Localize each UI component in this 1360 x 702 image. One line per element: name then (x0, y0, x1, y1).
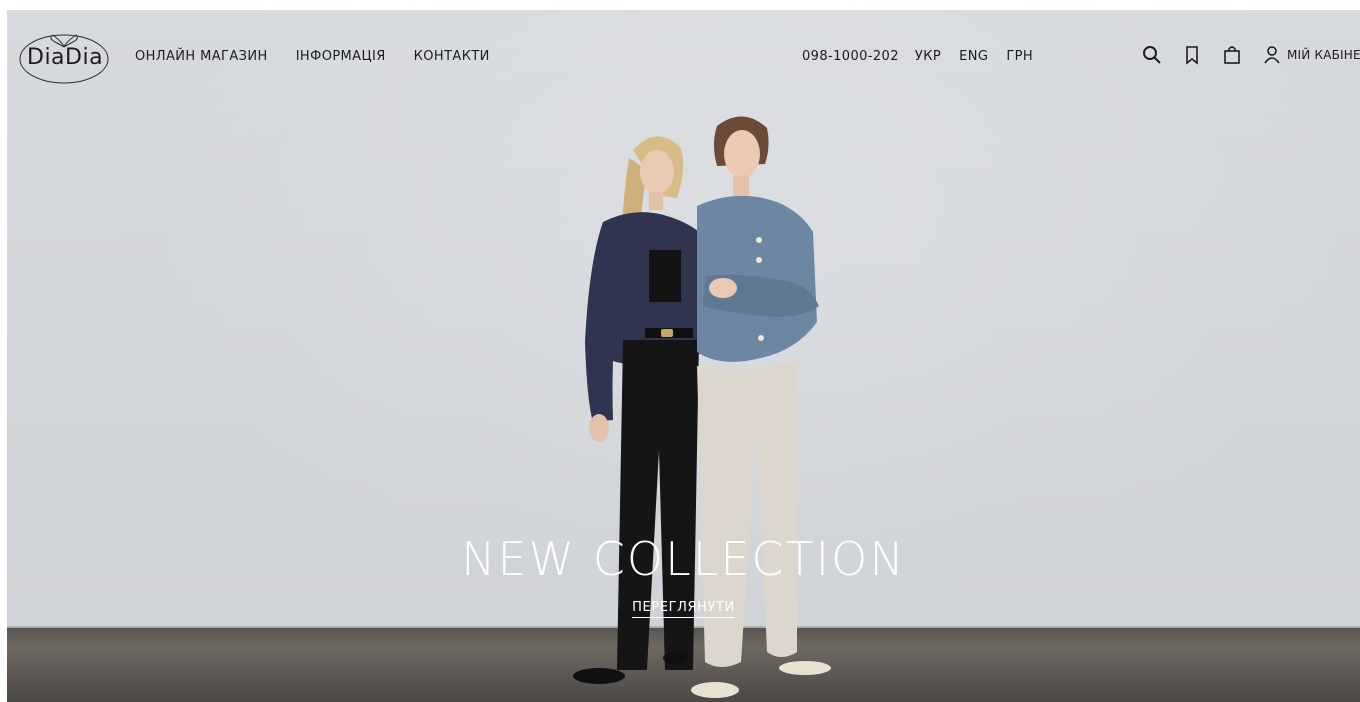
language-ukr[interactable]: УКР (915, 49, 941, 64)
view-collection-link[interactable]: ПЕРЕГЛЯНУТИ (632, 600, 735, 618)
nav-contacts[interactable]: КОНТАКТИ (414, 49, 490, 64)
utility-bar: 098-1000-202 УКР ENG ГРН (802, 49, 1033, 64)
phone-number[interactable]: 098-1000-202 (802, 49, 899, 64)
hero-banner: DiaDia ОНЛАЙН МАГАЗИН ІНФОРМАЦІЯ КОНТАКТ… (7, 10, 1360, 702)
search-icon[interactable] (1141, 44, 1163, 66)
nav-information[interactable]: ІНФОРМАЦІЯ (296, 49, 386, 64)
site-header: DiaDia ОНЛАЙН МАГАЗИН ІНФОРМАЦІЯ КОНТАКТ… (7, 10, 1360, 100)
hero-title: NEW COLLECTION (461, 532, 906, 586)
my-account-label: МІЙ КАБІНЕТ (1287, 48, 1360, 62)
currency-selector[interactable]: ГРН (1006, 49, 1033, 64)
bookmark-icon[interactable] (1181, 44, 1203, 66)
language-eng[interactable]: ENG (959, 49, 988, 64)
user-icon (1261, 44, 1283, 66)
hero-cta-wrap: ПЕРЕГЛЯНУТИ (7, 598, 1360, 618)
my-account-link[interactable]: МІЙ КАБІНЕТ (1261, 44, 1360, 66)
bag-icon[interactable] (1221, 44, 1243, 66)
header-actions: МІЙ КАБІНЕТ (1141, 44, 1360, 66)
logo-text: DiaDia (27, 45, 104, 70)
main-nav: ОНЛАЙН МАГАЗИН ІНФОРМАЦІЯ КОНТАКТИ (135, 49, 490, 64)
nav-online-shop[interactable]: ОНЛАЙН МАГАЗИН (135, 49, 268, 64)
